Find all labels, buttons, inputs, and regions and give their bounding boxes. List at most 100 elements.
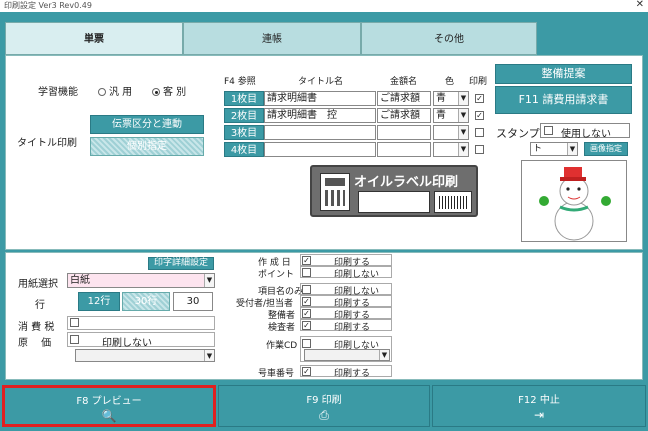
stamp-label: スタンプ (496, 127, 540, 140)
cost-noprint-label: 印刷しない (102, 338, 152, 349)
chevron-down-icon[interactable]: ▼ (458, 126, 468, 139)
stamp-nouse-label: 使用しない (561, 129, 611, 140)
radio-customer-label: 客 別 (163, 87, 187, 98)
hdr-color: 色 (445, 77, 455, 87)
row2-label[interactable]: 2枚目 (224, 108, 264, 123)
row3-print-checkbox[interactable] (475, 128, 484, 137)
print-detail-button[interactable]: 印字詳細設定 (148, 257, 214, 270)
hdr-print: 印刷 (469, 77, 488, 87)
item-inspector-label: 検査者 (268, 323, 296, 333)
row2-color-value: 青 (436, 110, 446, 121)
tax-label: 消 費 税 (18, 322, 55, 333)
row-30-button[interactable]: 30行 (122, 292, 170, 311)
tab-continuous[interactable]: 連帳 (183, 22, 361, 55)
row2-color-select[interactable]: 青 ▼ (433, 108, 469, 123)
stamp-specify-button[interactable]: 画像指定 (584, 142, 628, 156)
tab-other[interactable]: その他 (361, 22, 537, 55)
row3-title-input[interactable] (264, 125, 376, 140)
row1-color-select[interactable]: 青 ▼ (433, 91, 469, 106)
oil-label-print-button[interactable]: オイルラベル印刷 (310, 165, 478, 217)
barcode-icon (434, 191, 472, 213)
title-print-label: タイトル印刷 (17, 138, 77, 149)
cost-select[interactable]: ▼ (75, 349, 215, 362)
stamp-select-value: ト (533, 144, 543, 154)
row1-color-value: 青 (436, 93, 446, 104)
item-point-checkbox[interactable] (302, 268, 311, 277)
item-workcd-checkbox[interactable] (302, 339, 311, 348)
item-point-label: ポイント (258, 270, 295, 280)
item-carno-text: 印刷する (334, 369, 371, 379)
radio-customer-circle[interactable] (152, 88, 160, 96)
preview-icon: 🔍 (101, 409, 117, 423)
item-inspector-text: 印刷する (334, 323, 371, 333)
row1-print-checkbox[interactable]: ✓ (475, 94, 484, 103)
radio-general-circle[interactable] (98, 88, 106, 96)
printer-icon: ⎙ (319, 408, 329, 422)
row4-label[interactable]: 4枚目 (224, 142, 264, 157)
row1-title-input[interactable]: 請求明細書 (264, 91, 376, 106)
item-mechanic-checkbox[interactable]: ✓ (302, 309, 311, 318)
title-bar: 印刷設定 Ver3 Rev0.49 ✕ (0, 0, 648, 12)
close-icon[interactable]: ✕ (636, 0, 644, 10)
cancel-button[interactable]: F12 中止 ⇥ (432, 385, 646, 427)
snowman-icon (539, 167, 611, 241)
voucher-link-button[interactable]: 伝票区分と連動 (90, 115, 204, 134)
row4-color-select[interactable]: ▼ (433, 142, 469, 157)
adjust-proposal-button[interactable]: 整備提案 (495, 64, 632, 84)
hdr-title: タイトル名 (298, 77, 344, 87)
stamp-select[interactable]: ト ▼ (530, 142, 578, 156)
cancel-label: F12 中止 (518, 395, 560, 406)
row3-color-select[interactable]: ▼ (433, 125, 469, 140)
item-reception-checkbox[interactable]: ✓ (302, 297, 311, 306)
item-workcd-label: 作業CD (266, 341, 298, 351)
radio-customer[interactable]: 客 別 (152, 83, 186, 98)
chevron-down-icon[interactable]: ▼ (458, 92, 468, 105)
cost-checkbox[interactable] (70, 335, 79, 344)
chevron-down-icon[interactable]: ▼ (458, 143, 468, 156)
row2-print-checkbox[interactable]: ✓ (475, 111, 484, 120)
tab-single[interactable]: 単票 (5, 22, 183, 55)
item-point-text: 印刷しない (334, 270, 380, 280)
row4-amount-input[interactable] (377, 142, 431, 157)
chevron-down-icon[interactable]: ▼ (379, 350, 389, 360)
stamp-nouse-box[interactable]: 使用しない (540, 123, 630, 140)
individual-specify-button[interactable]: 個別指定 (90, 137, 204, 156)
paper-select[interactable]: 白紙 ▼ (67, 273, 215, 288)
row4-title-input[interactable] (264, 142, 376, 157)
row1-amount-input[interactable]: ご請求額 (377, 91, 431, 106)
row2-amount-input[interactable]: ご請求額 (377, 108, 431, 123)
row4-print-checkbox[interactable] (475, 145, 484, 154)
f11-invoice-button[interactable]: F11 請費用請求書 (495, 86, 632, 114)
hdr-f4: F4 参照 (224, 77, 256, 87)
chevron-down-icon[interactable]: ▼ (204, 274, 214, 287)
row-count-input[interactable]: 30 (173, 292, 213, 311)
exit-icon: ⇥ (533, 408, 545, 422)
row3-amount-input[interactable] (377, 125, 431, 140)
chevron-down-icon[interactable]: ▼ (567, 143, 577, 155)
row-12-button[interactable]: 12行 (78, 292, 120, 311)
tax-box (67, 316, 215, 330)
paper-label: 用紙選択 (18, 279, 58, 290)
paper-select-value: 白紙 (70, 275, 90, 286)
item-carno-checkbox[interactable]: ✓ (302, 367, 311, 376)
radio-general[interactable]: 汎 用 (98, 83, 132, 98)
row1-label[interactable]: 1枚目 (224, 91, 264, 106)
item-carno-label: 号車番号 (258, 369, 295, 379)
workcd-select[interactable]: ▼ (304, 349, 390, 361)
radio-general-label: 汎 用 (109, 87, 133, 98)
print-button[interactable]: F9 印刷 ⎙ (218, 385, 430, 427)
print-label: F9 印刷 (306, 395, 342, 406)
chevron-down-icon[interactable]: ▼ (204, 350, 214, 361)
row2-title-input[interactable]: 請求明細書 控 (264, 108, 376, 123)
stamp-nouse-checkbox[interactable] (544, 126, 553, 135)
row3-label[interactable]: 3枚目 (224, 125, 264, 140)
tax-checkbox[interactable] (70, 318, 79, 327)
snowman-image (521, 160, 627, 242)
item-created-checkbox[interactable]: ✓ (302, 256, 311, 265)
cost-label: 原 価 (18, 338, 52, 349)
label-card-icon (358, 191, 430, 213)
preview-button[interactable]: F8 プレビュー 🔍 (2, 385, 216, 427)
item-inspector-checkbox[interactable]: ✓ (302, 321, 311, 330)
chevron-down-icon[interactable]: ▼ (458, 109, 468, 122)
item-nameonly-checkbox[interactable] (302, 285, 311, 294)
